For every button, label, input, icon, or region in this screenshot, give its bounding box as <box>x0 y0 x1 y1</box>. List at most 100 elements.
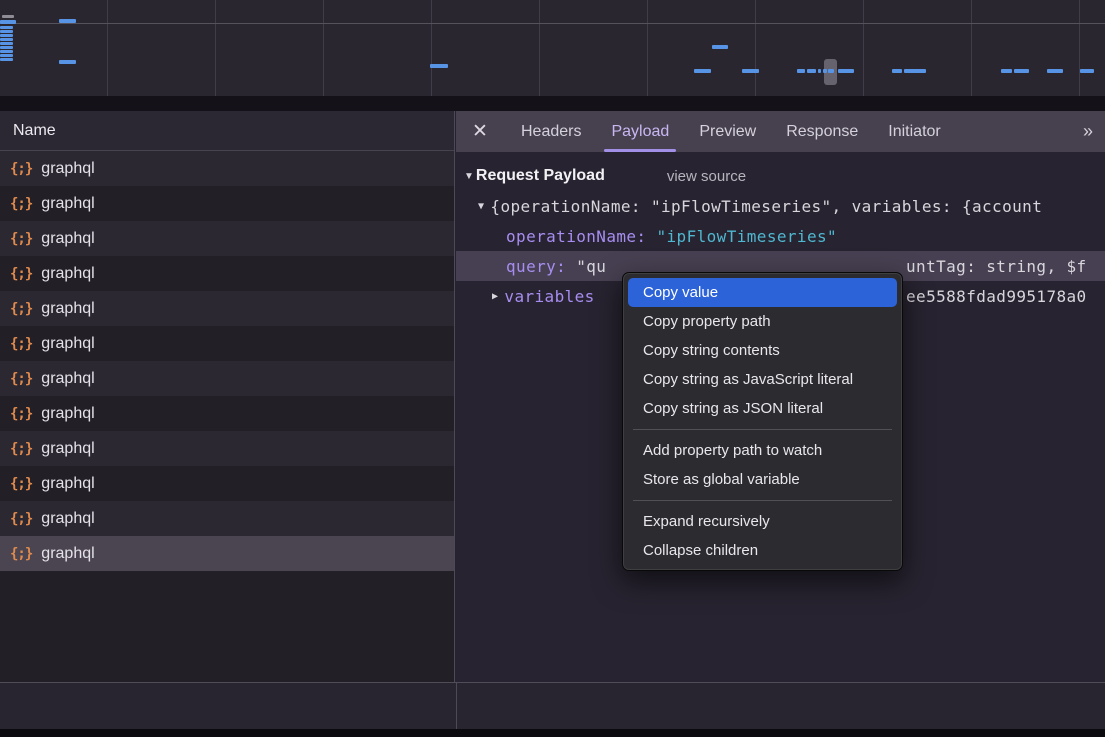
overview-gridline <box>971 0 972 96</box>
request-row-graphql[interactable]: {;}graphql <box>0 536 454 571</box>
menu-separator <box>633 500 892 501</box>
request-row-graphql[interactable]: {;}graphql <box>0 256 454 291</box>
json-request-icon: {;} <box>10 371 32 387</box>
overview-gridline <box>647 0 648 96</box>
waterfall-bar <box>0 20 16 24</box>
request-row-graphql[interactable]: {;}graphql <box>0 291 454 326</box>
footer-panel-divider <box>456 683 457 729</box>
waterfall-bar <box>742 69 759 73</box>
property-value-right: untTag: string, $f <box>906 257 1105 276</box>
tab-payload[interactable]: Payload <box>596 111 684 152</box>
overview-gridline <box>215 0 216 96</box>
menu-item-collapse-children[interactable]: Collapse children <box>623 536 902 565</box>
request-row-graphql[interactable]: {;}graphql <box>0 466 454 501</box>
request-row-graphql[interactable]: {;}graphql <box>0 221 454 256</box>
overview-separator-band <box>0 96 1105 111</box>
waterfall-bar <box>0 42 13 45</box>
request-name-label: graphql <box>41 475 94 493</box>
json-request-icon: {;} <box>10 231 32 247</box>
tab-headers[interactable]: Headers <box>506 111 596 152</box>
waterfall-bar <box>828 69 834 73</box>
overview-gridline <box>431 0 432 96</box>
request-name-label: graphql <box>41 160 94 178</box>
tree-row-operationName[interactable]: operationName: "ipFlowTimeseries" <box>456 221 1105 251</box>
devtools-window: Name {;}graphql{;}graphql{;}graphql{;}gr… <box>0 0 1110 740</box>
tree-root-row[interactable]: ▼ {operationName: "ipFlowTimeseries", va… <box>456 191 1105 221</box>
request-row-graphql[interactable]: {;} graphql <box>0 186 454 221</box>
waterfall-bar <box>0 30 13 33</box>
property-key: variables <box>504 287 594 306</box>
overview-gridline <box>107 0 108 96</box>
overview-gridline <box>755 0 756 96</box>
waterfall-bar <box>0 54 13 57</box>
overview-gridline <box>0 23 1105 24</box>
property-value: "ipFlowTimeseries" <box>656 227 837 246</box>
menu-item-add-property-path-to-watch[interactable]: Add property path to watch <box>623 436 902 465</box>
request-name-label: graphql <box>41 195 94 213</box>
details-tab-bar: ✕ HeadersPayloadPreviewResponseInitiator… <box>456 111 1105 152</box>
request-name-label: graphql <box>41 440 94 458</box>
request-row-graphql[interactable]: {;} graphql <box>0 396 454 431</box>
menu-item-copy-string-contents[interactable]: Copy string contents <box>623 336 902 365</box>
tabs-holder: HeadersPayloadPreviewResponseInitiator <box>506 111 956 152</box>
tab-preview[interactable]: Preview <box>684 111 771 152</box>
expander-closed-icon[interactable]: ▶ <box>492 291 498 302</box>
waterfall-bar <box>818 69 821 73</box>
request-row-graphql[interactable]: {;}graphql <box>0 431 454 466</box>
property-key: query: <box>506 257 566 276</box>
waterfall-bar <box>1047 69 1063 73</box>
root-preview-text: {operationName: "ipFlowTimeseries", vari… <box>490 197 1042 216</box>
requests-list: {;} graphql {;} graphql {;} graphql {;} graphql… <box>0 151 454 571</box>
devtools-network-panel: Name {;}graphql{;}graphql{;}graphql{;}gr… <box>0 0 1105 737</box>
menu-item-store-as-global-variable[interactable]: Store as global variable <box>623 465 902 494</box>
waterfall-bar <box>712 45 728 49</box>
request-row-graphql[interactable]: {;}graphql <box>0 326 454 361</box>
network-overview-timeline[interactable] <box>0 0 1105 96</box>
request-name-label: graphql <box>41 265 94 283</box>
request-row-graphql[interactable]: {;}graphql <box>0 501 454 536</box>
context-menu: Copy valueCopy property pathCopy string … <box>622 272 903 571</box>
json-request-icon: {;} <box>10 406 32 422</box>
menu-item-copy-string-as-javascript-literal[interactable]: Copy string as JavaScript literal <box>623 365 902 394</box>
section-expander-icon[interactable]: ▼ <box>464 171 474 182</box>
property-value-right: ee5588fdad995178a0 <box>906 287 1105 306</box>
window-bottom-edge <box>0 729 1105 737</box>
waterfall-bar <box>807 69 816 73</box>
request-name-label: graphql <box>41 545 94 563</box>
waterfall-bar <box>797 69 805 73</box>
view-source-link[interactable]: view source <box>667 168 746 185</box>
section-title: Request Payload <box>476 167 605 185</box>
close-icon[interactable]: ✕ <box>472 120 506 143</box>
tab-initiator[interactable]: Initiator <box>873 111 955 152</box>
request-name-label: graphql <box>41 405 94 423</box>
overview-gridline <box>863 0 864 96</box>
json-request-icon: {;} <box>10 336 32 352</box>
waterfall-bar <box>904 69 926 73</box>
request-row-graphql[interactable]: {;} graphql <box>0 151 454 186</box>
waterfall-bar <box>2 15 14 18</box>
menu-item-copy-property-path[interactable]: Copy property path <box>623 307 902 336</box>
waterfall-bar <box>694 69 711 73</box>
request-name-label: graphql <box>41 300 94 318</box>
waterfall-bar <box>838 69 854 73</box>
more-tabs-icon[interactable]: » <box>1083 121 1091 142</box>
waterfall-bar <box>59 60 76 64</box>
menu-item-expand-recursively[interactable]: Expand recursively <box>623 507 902 536</box>
request-row-graphql[interactable]: {;} graphql <box>0 361 454 396</box>
json-request-icon: {;} <box>10 511 32 527</box>
menu-item-copy-string-as-json-literal[interactable]: Copy string as JSON literal <box>623 394 902 423</box>
property-key: operationName: <box>506 227 646 246</box>
tab-response[interactable]: Response <box>771 111 873 152</box>
menu-item-copy-value[interactable]: Copy value <box>628 278 897 307</box>
expander-open-icon[interactable]: ▼ <box>478 201 484 212</box>
waterfall-bar <box>0 46 13 49</box>
footer-summary-bar <box>0 683 1105 729</box>
overview-gridline <box>1079 0 1080 96</box>
waterfall-bar <box>823 69 827 73</box>
json-request-icon: {;} <box>10 196 32 212</box>
overview-gridline <box>323 0 324 96</box>
waterfall-bar <box>430 64 448 68</box>
name-column-header[interactable]: Name <box>0 111 454 151</box>
json-request-icon: {;} <box>10 161 32 177</box>
request-name-label: graphql <box>41 370 94 388</box>
